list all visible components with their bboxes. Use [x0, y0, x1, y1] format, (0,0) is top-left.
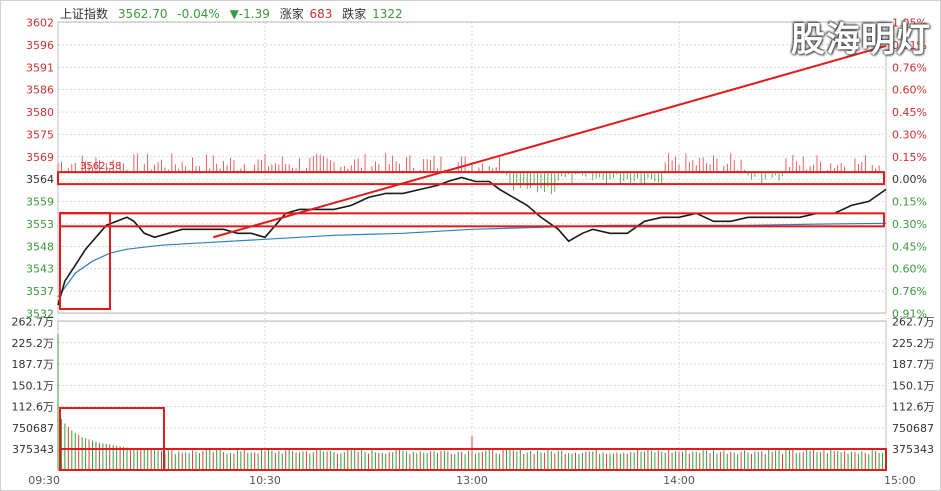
volume-tick-label: 187.7万	[12, 358, 55, 371]
volume-tick-label-right: 112.6万	[892, 401, 935, 414]
price-tick-label: 3602	[26, 17, 54, 30]
pct-tick-label: 0.76%	[892, 61, 927, 74]
outer-frame	[0, 0, 941, 491]
time-tick-label: 10:30	[249, 474, 281, 487]
price-tick-label: 3569	[26, 151, 54, 164]
time-tick-label: 15:00	[884, 474, 916, 487]
change-abs: ▼-1.39	[229, 7, 270, 21]
pct-tick-label: 0.45%	[892, 106, 927, 119]
pct-tick-label: 0.15%	[892, 196, 927, 209]
volume-tick-label: 750687	[12, 422, 54, 435]
price-value: 3562.70	[117, 7, 168, 21]
volume-tick-label: 150.1万	[12, 379, 55, 392]
price-tick-label: 3596	[26, 39, 54, 52]
price-tick-label: 3543	[26, 263, 54, 276]
watermark-logo: 股海明灯	[791, 20, 931, 60]
pct-tick-label: 0.30%	[892, 128, 927, 141]
volume-tick-label: 112.6万	[12, 401, 55, 414]
pct-tick-label: 0.60%	[892, 84, 927, 97]
prev-close-label: 3562.58	[80, 161, 121, 172]
price-tick-label: 3564	[26, 173, 54, 186]
up-label: 涨家	[279, 7, 304, 21]
annotation-trend-line	[212, 44, 887, 239]
time-tick-label: 09:30	[28, 474, 60, 487]
up-count: 683	[309, 7, 333, 21]
volume-tick-label-right: 262.7万	[892, 316, 935, 329]
pct-tick-label: 0.00%	[892, 173, 927, 186]
price-tick-label: 3559	[26, 196, 54, 209]
pct-tick-label: 0.45%	[892, 240, 927, 253]
pct-tick-label: 0.76%	[892, 285, 927, 298]
change-pct: -0.04%	[177, 7, 220, 21]
down-count: 1322	[372, 7, 403, 21]
price-tick-label: 3586	[26, 84, 54, 97]
volume-tick-label-right: 225.2万	[892, 337, 935, 350]
price-tick-label: 3537	[26, 285, 54, 298]
price-tick-label: 3580	[26, 106, 54, 119]
annotation-open-box	[59, 212, 111, 310]
pct-tick-label: 0.60%	[892, 263, 927, 276]
price-tick-label: 3591	[26, 61, 54, 74]
volume-tick-label-right: 187.7万	[892, 358, 935, 371]
chart-header: 上证指数 3562.70 -0.04% ▼-1.39 涨家 683 跌家 132…	[60, 5, 409, 22]
pct-tick-label: 0.30%	[892, 218, 927, 231]
price-line	[57, 176, 887, 306]
time-tick-label: 13:00	[456, 474, 488, 487]
volume-tick-label-right: 375343	[892, 443, 934, 456]
volume-tick-label-right: 750687	[892, 422, 934, 435]
index-name: 上证指数	[60, 7, 109, 21]
price-tick-label: 3553	[26, 218, 54, 231]
volume-tick-label-right: 150.1万	[892, 379, 935, 392]
price-tick-label: 3548	[26, 240, 54, 253]
time-tick-label: 14:00	[663, 474, 695, 487]
pct-tick-label: 0.15%	[892, 151, 927, 164]
down-label: 跌家	[342, 7, 367, 21]
price-tick-label: 3575	[26, 128, 54, 141]
volume-tick-label: 375343	[12, 443, 54, 456]
intraday-chart: 3602 1.05%3596 0.91%3591 0.76%3586 0.60%3580…	[0, 0, 941, 491]
volume-tick-label: 225.2万	[12, 337, 55, 350]
volume-tick-label: 262.7万	[12, 316, 55, 329]
annotation-band-zero	[57, 171, 885, 186]
